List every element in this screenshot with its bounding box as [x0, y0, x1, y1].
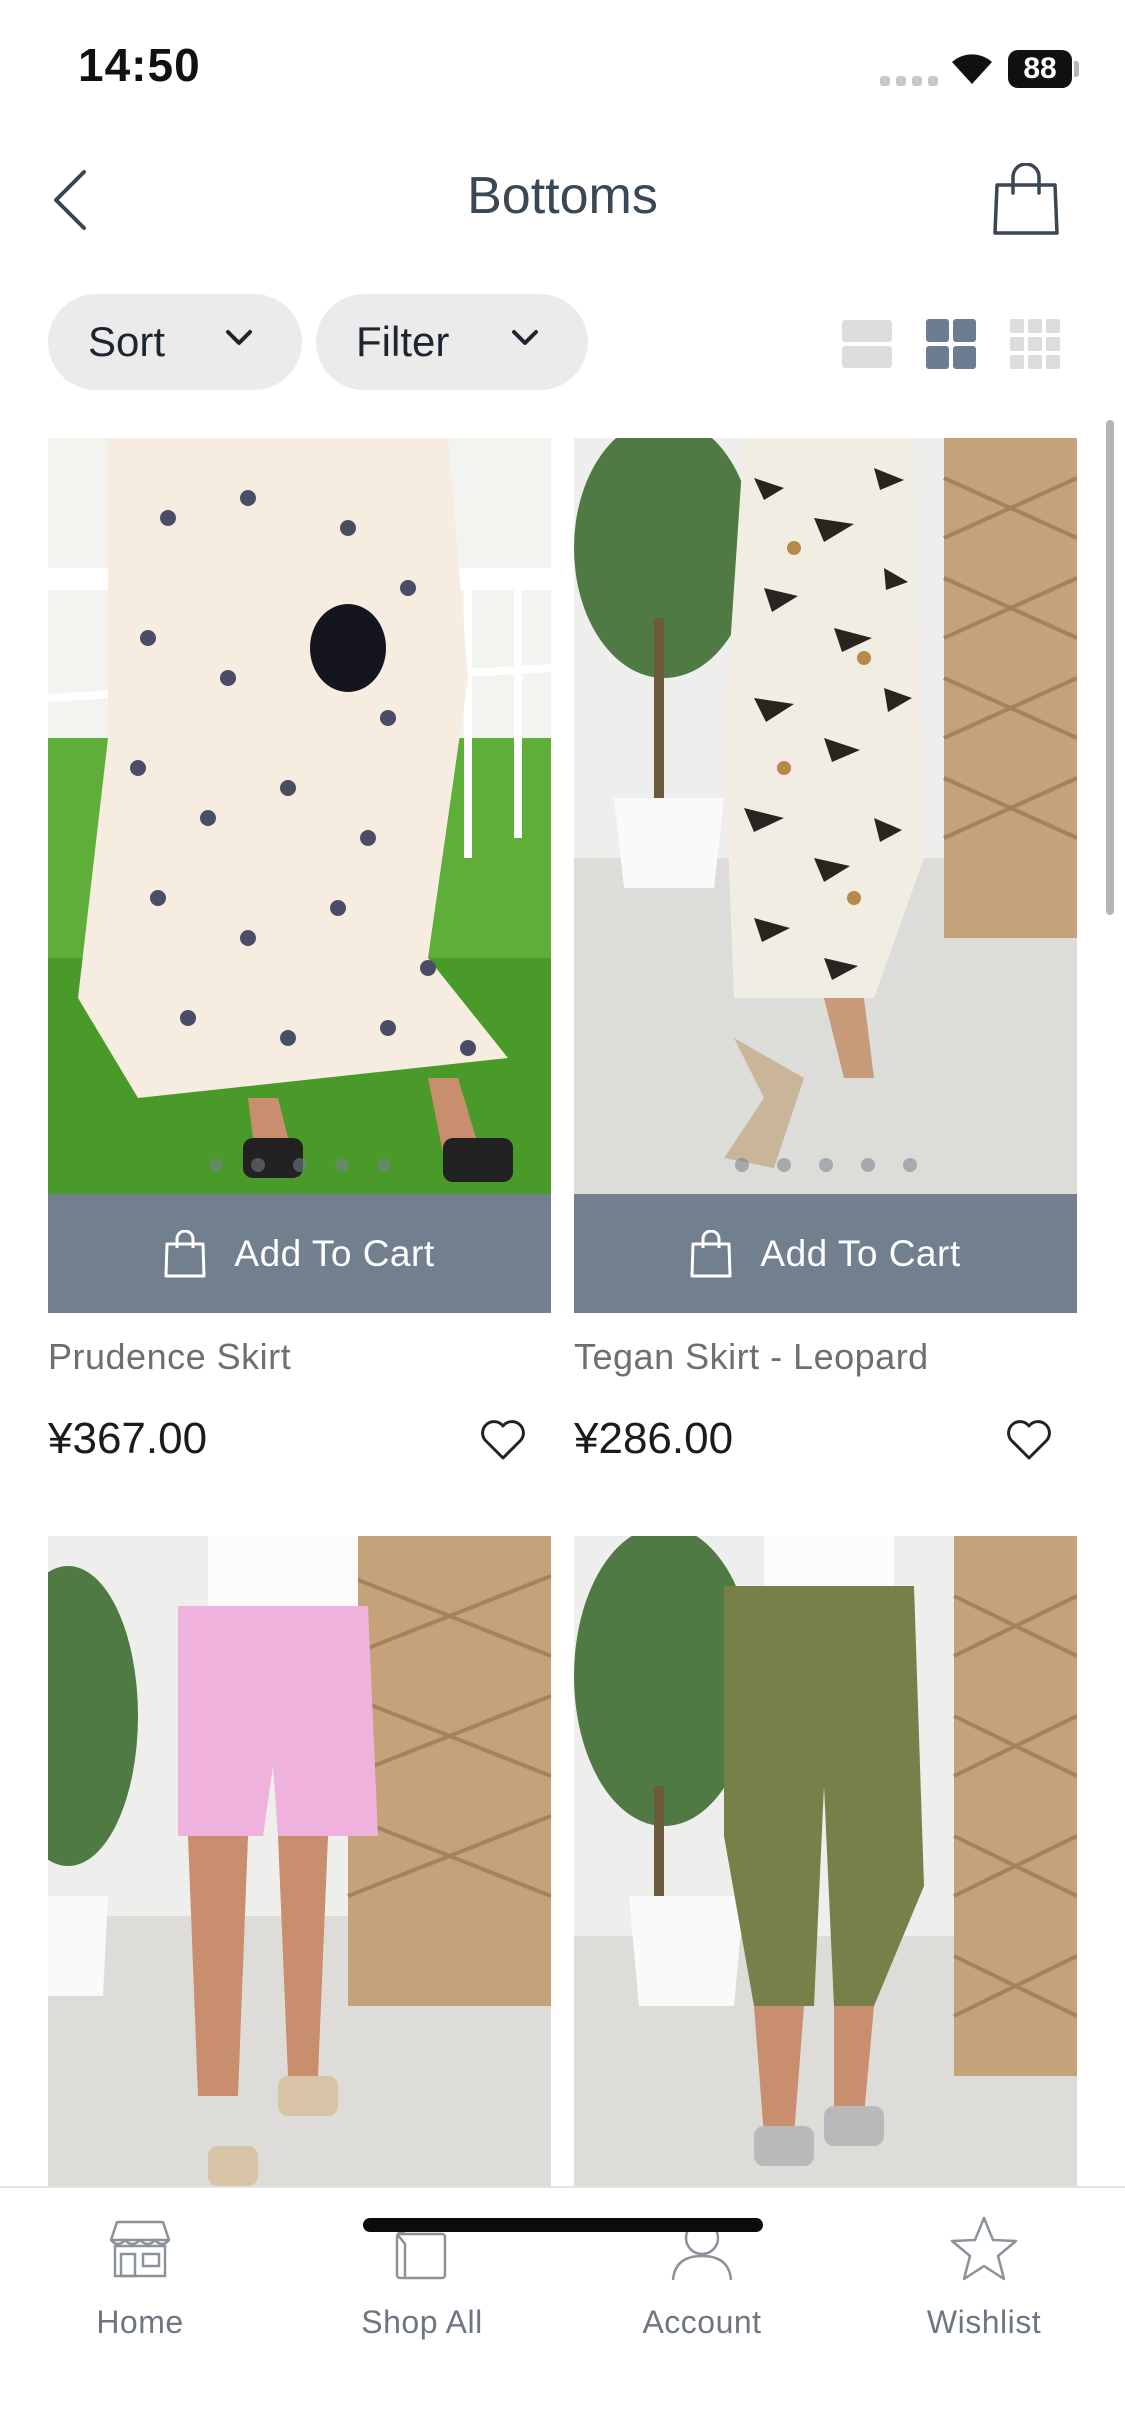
controls-bar: Sort Filter [0, 292, 1125, 392]
page-title: Bottoms [467, 167, 658, 225]
shopping-bag-icon [993, 163, 1059, 235]
tab-label: Home [96, 2304, 184, 2340]
image-carousel-dots[interactable] [574, 1158, 1077, 1172]
chevron-down-icon [512, 330, 538, 345]
product-price: ¥367.00 [48, 1414, 208, 1463]
product-price: ¥286.00 [574, 1414, 734, 1463]
status-time: 14:50 [78, 39, 201, 91]
list-view-icon[interactable] [841, 318, 893, 370]
chevron-down-icon [226, 330, 252, 345]
tab-wishlist[interactable]: Wishlist [884, 2214, 1084, 2364]
add-to-cart-button[interactable]: Add To Cart [574, 1194, 1077, 1313]
shopping-bag-icon [690, 1229, 732, 1277]
wifi-icon [952, 54, 992, 84]
star-icon [950, 2216, 1018, 2281]
battery-level: 88 [1023, 52, 1057, 85]
cart-button[interactable] [986, 158, 1066, 242]
heart-icon[interactable] [1005, 1416, 1053, 1464]
battery-icon: 88 [1008, 50, 1072, 88]
tab-label: Account [642, 2304, 762, 2340]
header: Bottoms [0, 150, 1125, 250]
tab-account[interactable]: Account [602, 2214, 802, 2364]
sort-label: Sort [88, 318, 166, 365]
tab-shop-all[interactable]: Shop All [322, 2214, 522, 2364]
image-carousel-dots[interactable] [48, 1158, 551, 1172]
product-image[interactable] [574, 438, 1077, 1194]
filter-label: Filter [356, 318, 450, 365]
add-to-cart-label: Add To Cart [234, 1232, 435, 1274]
cellular-signal-icon [880, 76, 938, 86]
status-bar: 14:50 88 [0, 0, 1125, 140]
scrollbar[interactable] [1106, 420, 1114, 915]
shopping-bag-icon [164, 1229, 206, 1277]
product-name[interactable]: Prudence Skirt [48, 1336, 291, 1378]
add-to-cart-label: Add To Cart [760, 1232, 961, 1274]
home-indicator[interactable] [363, 2218, 763, 2232]
grid-2-view-icon[interactable] [925, 318, 977, 370]
sort-button[interactable]: Sort [48, 294, 302, 390]
product-name[interactable]: Tegan Skirt - Leopard [574, 1336, 929, 1378]
store-icon [109, 2220, 171, 2278]
filter-button[interactable]: Filter [316, 294, 588, 390]
product-image[interactable] [48, 438, 551, 1194]
product-image[interactable] [48, 1536, 551, 2186]
heart-icon[interactable] [479, 1416, 527, 1464]
product-image[interactable] [574, 1536, 1077, 2186]
tab-label: Shop All [361, 2304, 483, 2340]
grid-3-view-icon[interactable] [1009, 318, 1061, 370]
tab-label: Wishlist [926, 2304, 1042, 2340]
add-to-cart-button[interactable]: Add To Cart [48, 1194, 551, 1313]
battery-tip [1074, 61, 1079, 77]
tab-home[interactable]: Home [40, 2214, 240, 2364]
